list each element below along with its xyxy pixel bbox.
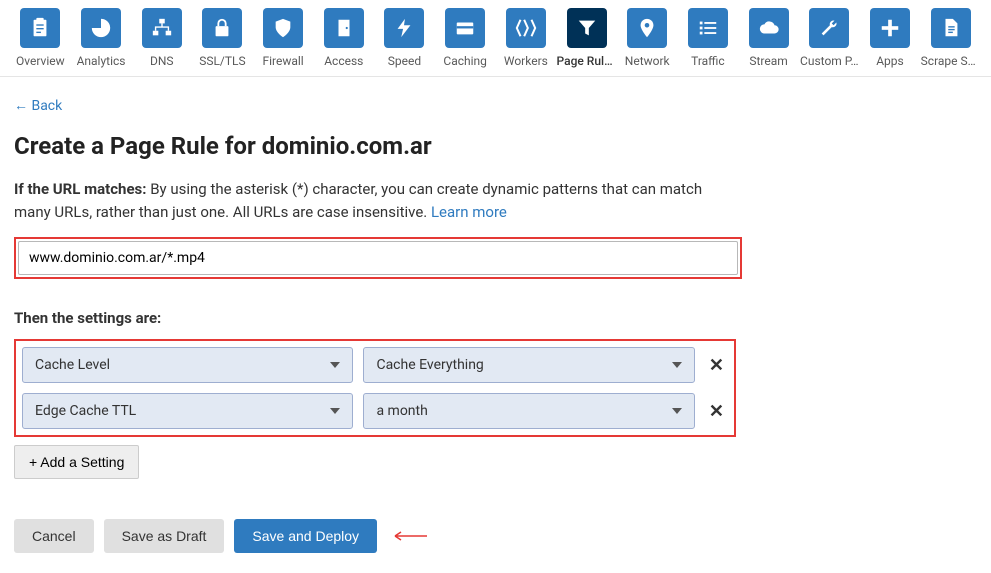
nav-label: Caching [443,54,487,68]
lock-icon [202,8,242,48]
description: If the URL matches: By using the asteris… [14,178,734,223]
nav-label: Stream [749,54,787,68]
chevron-down-icon [330,362,340,368]
nav-label: Custom P… [800,54,858,68]
nav-item-analytics[interactable]: Analytics [71,8,132,76]
door-icon [324,8,364,48]
nav-label: Firewall [262,54,303,68]
setting-value-label: a month [376,403,427,419]
nav-item-scrape-sh-[interactable]: Scrape Sh… [920,8,981,76]
top-navigation: Overview Analytics DNS SSL/TLS Firewall Acces… [0,0,991,77]
nav-label: SSL/TLS [199,54,245,68]
nav-label: Traffic [691,54,725,68]
desc-bold: If the URL matches: [14,180,146,198]
remove-setting-button[interactable]: ✕ [705,355,728,376]
nav-item-dns[interactable]: DNS [131,8,192,76]
nav-item-caching[interactable]: Caching [435,8,496,76]
back-link[interactable]: ← Back [14,97,62,114]
nav-item-firewall[interactable]: Firewall [253,8,314,76]
chevron-down-icon [672,362,682,368]
nav-label: Network [625,54,670,68]
learn-more-link[interactable]: Learn more [431,203,507,221]
setting-value-select[interactable]: a month [363,393,694,429]
nav-item-custom-p-[interactable]: Custom P… [799,8,860,76]
setting-value-select[interactable]: Cache Everything [363,347,694,383]
pie-icon [81,8,121,48]
nav-label: Access [324,54,363,68]
clipboard-icon [20,8,60,48]
nav-item-traffic[interactable]: Traffic [678,8,739,76]
shield-icon [263,8,303,48]
setting-name-select[interactable]: Edge Cache TTL [22,393,353,429]
chevron-down-icon [672,408,682,414]
wrench-icon [809,8,849,48]
setting-row: Edge Cache TTL a month ✕ [22,393,728,429]
nav-item-network[interactable]: Network [617,8,678,76]
nav-item-apps[interactable]: Apps [860,8,921,76]
nav-item-access[interactable]: Access [313,8,374,76]
nav-item-overview[interactable]: Overview [10,8,71,76]
plus-icon [870,8,910,48]
card-icon [445,8,485,48]
setting-row: Cache Level Cache Everything ✕ [22,347,728,383]
nav-label: Analytics [77,54,126,68]
funnel-icon [567,8,607,48]
nav-item-workers[interactable]: Workers [496,8,557,76]
nav-label: Apps [876,54,904,68]
remove-setting-button[interactable]: ✕ [705,401,728,422]
save-deploy-button[interactable]: Save and Deploy [234,519,377,553]
setting-value-label: Cache Everything [376,357,483,373]
nav-item-ssl-tls[interactable]: SSL/TLS [192,8,253,76]
cancel-button[interactable]: Cancel [14,519,94,553]
nav-label: Overview [16,54,65,68]
page-title: Create a Page Rule for dominio.com.ar [14,132,977,160]
nav-label: Scrape Sh… [921,54,981,68]
doc-icon [931,8,971,48]
nav-label: Workers [504,54,548,68]
main-content: ← Back Create a Page Rule for dominio.co… [0,77,991,573]
nav-item-speed[interactable]: Speed [374,8,435,76]
setting-name-select[interactable]: Cache Level [22,347,353,383]
nav-item-stream[interactable]: Stream [738,8,799,76]
sitemap-icon [142,8,182,48]
pin-icon [627,8,667,48]
nav-label: Speed [388,54,421,68]
save-draft-button[interactable]: Save as Draft [104,519,225,553]
nav-label: DNS [150,54,174,68]
settings-highlight-frame: Cache Level Cache Everything ✕ Edge Cach… [14,339,736,437]
nav-label: Page Rules [557,54,617,68]
settings-heading: Then the settings are: [14,309,977,327]
add-setting-button[interactable]: + Add a Setting [14,445,139,479]
cloud-icon [749,8,789,48]
chevron-down-icon [330,408,340,414]
setting-name-label: Cache Level [35,357,110,373]
bolt-icon [384,8,424,48]
url-highlight-frame [14,237,742,279]
url-pattern-input[interactable] [18,241,738,275]
list-icon [688,8,728,48]
action-bar: Cancel Save as Draft Save and Deploy [14,519,977,553]
workers-icon [506,8,546,48]
nav-item-page-rules[interactable]: Page Rules [556,8,617,76]
arrow-annotation-icon [387,530,427,542]
setting-name-label: Edge Cache TTL [35,403,136,419]
